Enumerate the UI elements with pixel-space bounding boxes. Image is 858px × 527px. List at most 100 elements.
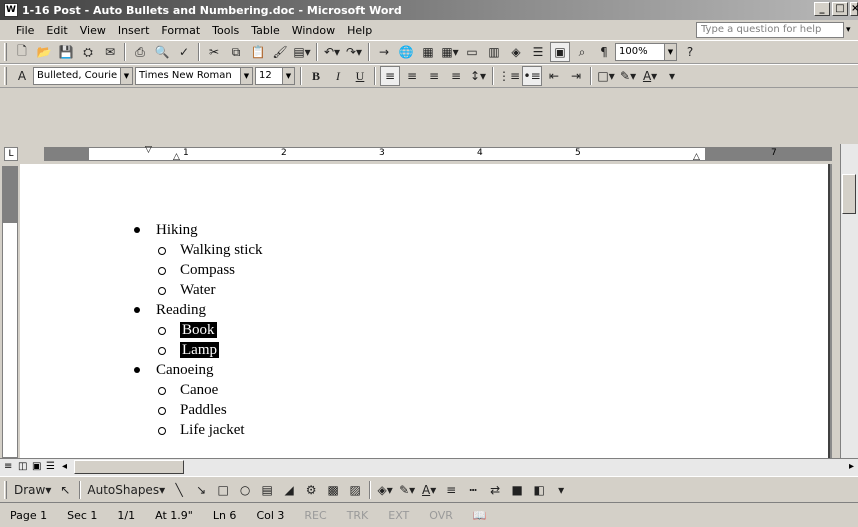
list-item[interactable]: Water <box>130 280 263 300</box>
arrow-icon[interactable]: ↘ <box>191 480 211 500</box>
minimize-button[interactable]: _ <box>814 2 830 16</box>
undo-icon[interactable]: ↶▾ <box>322 42 342 62</box>
horizontal-scrollbar[interactable]: ≡ ◫ ▣ ☰ ◂ ▸ <box>0 458 858 476</box>
selected-text[interactable]: Book <box>180 322 217 338</box>
line-style-icon[interactable]: ≡ <box>441 480 461 500</box>
oval-icon[interactable]: ○ <box>235 480 255 500</box>
autoshapes-menu-button[interactable]: AutoShapes ▾ <box>85 480 167 500</box>
menu-table[interactable]: Table <box>245 24 285 37</box>
font-color-icon[interactable]: A ▾ <box>419 480 439 500</box>
title-bar[interactable]: W 1-16 Post - Auto Bullets and Numbering… <box>0 0 858 20</box>
list-item[interactable]: Canoe <box>130 380 263 400</box>
redo-icon[interactable]: ↷▾ <box>344 42 364 62</box>
menu-help[interactable]: Help <box>341 24 378 37</box>
normal-view-icon[interactable]: ≡ <box>4 461 12 472</box>
web-view-icon[interactable]: ◫ <box>18 461 27 472</box>
vertical-ruler[interactable] <box>2 166 18 458</box>
document-map-icon[interactable]: ☰ <box>528 42 548 62</box>
draw-menu-button[interactable]: Draw ▾ <box>12 480 53 500</box>
scroll-right-icon[interactable]: ▸ <box>849 461 854 472</box>
status-ovr[interactable]: OVR <box>419 509 463 522</box>
italic-button[interactable]: I <box>328 66 348 86</box>
word-doc-icon[interactable]: W <box>4 3 18 17</box>
new-document-icon[interactable]: 🗋 <box>12 42 32 62</box>
numbering-icon[interactable]: ⋮≡ <box>498 66 520 86</box>
arrow-style-icon[interactable]: ⇄ <box>485 480 505 500</box>
tables-borders-icon[interactable]: ▦ <box>418 42 438 62</box>
page[interactable]: Hiking Walking stick Compass Water Readi… <box>20 164 830 458</box>
toolbar-grip[interactable] <box>4 480 7 499</box>
list-item[interactable]: Walking stick <box>130 240 263 260</box>
document-area[interactable]: Hiking Walking stick Compass Water Readi… <box>20 164 832 458</box>
research-icon[interactable]: ▤▾ <box>292 42 312 62</box>
select-objects-icon[interactable]: ↖ <box>55 480 75 500</box>
align-left-icon[interactable]: ≡ <box>380 66 400 86</box>
first-line-indent-marker[interactable]: ▽ <box>145 145 152 155</box>
line-spacing-icon[interactable]: ↕▾ <box>468 66 488 86</box>
bold-button[interactable]: B <box>306 66 326 86</box>
menu-window[interactable]: Window <box>286 24 341 37</box>
cut-icon[interactable]: ✂ <box>204 42 224 62</box>
pilcrow-icon[interactable]: ¶ <box>594 42 614 62</box>
reading-icon[interactable]: ⌕ <box>572 42 592 62</box>
line-color-icon[interactable]: ✎▾ <box>397 480 417 500</box>
toolbar-grip[interactable] <box>4 67 7 85</box>
underline-button[interactable]: U <box>350 66 370 86</box>
ask-question-input[interactable]: Type a question for help <box>696 22 844 38</box>
paste-icon[interactable]: 📋 <box>248 42 268 62</box>
toolbar-options-icon[interactable]: ▾ <box>551 480 571 500</box>
print-preview-icon[interactable]: 🔍 <box>152 42 172 62</box>
status-trk[interactable]: TRK <box>337 509 379 522</box>
toolbar-grip[interactable] <box>4 43 7 61</box>
menu-view[interactable]: View <box>74 24 112 37</box>
shadow-icon[interactable]: ■ <box>507 480 527 500</box>
list-item[interactable]: Paddles <box>130 400 263 420</box>
globe-icon[interactable]: 🌐 <box>396 42 416 62</box>
right-indent-marker[interactable]: △ <box>693 152 700 162</box>
maximize-button[interactable]: □ <box>832 2 848 16</box>
open-icon[interactable]: 📂 <box>34 42 54 62</box>
3d-icon[interactable]: ◧ <box>529 480 549 500</box>
align-center-icon[interactable]: ≡ <box>402 66 422 86</box>
hanging-indent-marker[interactable]: △ <box>173 152 180 162</box>
spelling-status-icon[interactable]: 📖 <box>463 509 497 522</box>
outline-view-icon[interactable]: ☰ <box>46 461 55 472</box>
fill-color-icon[interactable]: ◈▾ <box>375 480 395 500</box>
menu-edit[interactable]: Edit <box>40 24 73 37</box>
bullets-icon[interactable]: •≡ <box>522 66 543 86</box>
scroll-left-icon[interactable]: ◂ <box>62 461 67 472</box>
text-box-icon[interactable]: ▤ <box>257 480 277 500</box>
borders-icon[interactable]: □▾ <box>596 66 616 86</box>
menu-insert[interactable]: Insert <box>112 24 156 37</box>
permission-icon[interactable]: ⛭ <box>78 42 98 62</box>
list-item-selected[interactable]: Book <box>130 320 263 340</box>
menu-tools[interactable]: Tools <box>206 24 245 37</box>
highlight-icon[interactable]: ✎▾ <box>618 66 638 86</box>
list-item[interactable]: Reading <box>130 300 263 320</box>
wordart-icon[interactable]: ◢ <box>279 480 299 500</box>
email-icon[interactable]: ✉ <box>100 42 120 62</box>
styles-formatting-icon[interactable]: A <box>12 66 32 86</box>
justify-icon[interactable]: ≡ <box>446 66 466 86</box>
tab-selector-icon[interactable]: L <box>4 147 18 161</box>
style-select[interactable]: Bulleted, Courie ▼ <box>33 67 133 85</box>
columns-icon[interactable]: ▥ <box>484 42 504 62</box>
insert-table-icon[interactable]: ▦▾ <box>440 42 460 62</box>
print-layout-icon[interactable]: ▣ <box>32 461 41 472</box>
format-painter-icon[interactable]: 🖌 <box>270 42 290 62</box>
copy-icon[interactable]: ⧉ <box>226 42 246 62</box>
font-color-icon[interactable]: A ▾ <box>640 66 660 86</box>
increase-indent-icon[interactable]: ⇥ <box>566 66 586 86</box>
show-hide-icon[interactable]: ▣ <box>550 42 570 62</box>
bulleted-list[interactable]: Hiking Walking stick Compass Water Readi… <box>130 220 263 440</box>
list-item[interactable]: Canoeing <box>130 360 263 380</box>
save-icon[interactable]: 💾 <box>56 42 76 62</box>
dash-style-icon[interactable]: ┅ <box>463 480 483 500</box>
list-item[interactable]: Compass <box>130 260 263 280</box>
h-scroll-thumb[interactable] <box>74 460 184 474</box>
picture-icon[interactable]: ▨ <box>345 480 365 500</box>
status-ext[interactable]: EXT <box>378 509 419 522</box>
insert-excel-icon[interactable]: ▭ <box>462 42 482 62</box>
rectangle-icon[interactable]: □ <box>213 480 233 500</box>
diagram-icon[interactable]: ⚙ <box>301 480 321 500</box>
